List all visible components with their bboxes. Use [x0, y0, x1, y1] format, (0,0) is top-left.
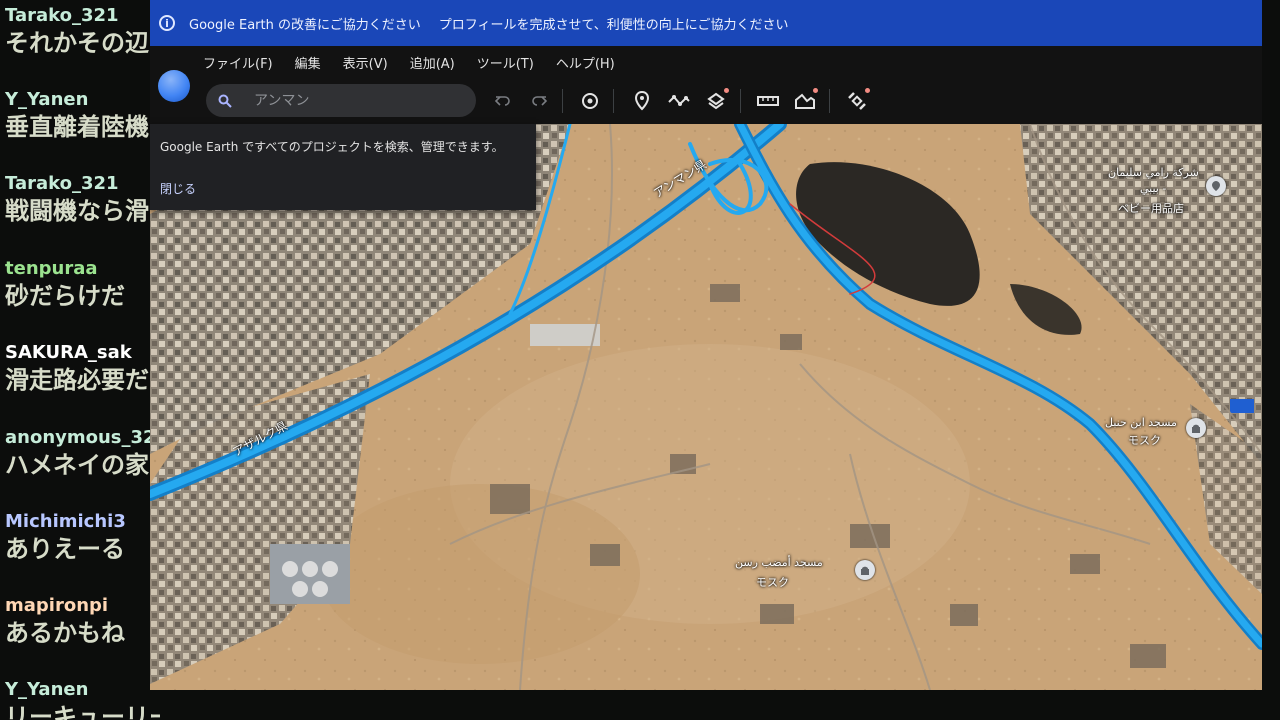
- chat-username: SAKURA_sak: [5, 342, 132, 363]
- chat-text: リーキューリーブ: [5, 703, 160, 720]
- google-earth-window: i Google Earth の改善にご協力ください プロフィールを完成させて、…: [150, 0, 1262, 690]
- place-label-arabic: شركة رامي سليمان: [1108, 166, 1199, 179]
- chat-text: あるかもね: [5, 619, 125, 647]
- notification-dot: [865, 88, 870, 93]
- search-icon: [218, 94, 246, 108]
- chat-text: ハメネイの家: [5, 451, 149, 479]
- place-label-arabic: بيبي -: [1140, 182, 1167, 195]
- placemark-icon[interactable]: [629, 88, 655, 114]
- place-pin-icon[interactable]: [1206, 176, 1226, 196]
- chat-username: Y_Yanen: [5, 89, 89, 110]
- chat-text: 砂だらけだ: [5, 282, 125, 310]
- menu-add[interactable]: 追加(A): [410, 53, 455, 72]
- menu-bar: ファイル(F) 編集 表示(V) 追加(A) ツール(T) ヘルプ(H): [150, 46, 1262, 78]
- chat-text: 滑走路必要だ: [5, 366, 149, 394]
- menu-view[interactable]: 表示(V): [343, 53, 388, 72]
- chat-username: tenpuraa: [5, 258, 98, 279]
- satellite-icon[interactable]: [844, 88, 870, 114]
- chat-text: ありえーる: [5, 535, 125, 563]
- tooltip-message: Google Earth ですべてのプロジェクトを検索、管理できます。: [160, 140, 504, 154]
- layers-icon[interactable]: [703, 88, 729, 114]
- search-box[interactable]: [206, 84, 476, 117]
- google-earth-logo[interactable]: [158, 70, 190, 102]
- path-icon[interactable]: [666, 88, 692, 114]
- ruler-icon[interactable]: [755, 88, 781, 114]
- chat-username: mapironpi: [5, 595, 109, 616]
- toolbar-separator: [562, 89, 563, 113]
- mosque-label-arabic: مسجد أمضب رسن: [735, 556, 823, 569]
- improvement-banner: i Google Earth の改善にご協力ください プロフィールを完成させて、…: [150, 0, 1262, 46]
- history-icon[interactable]: [577, 88, 603, 114]
- chat-username: Michimichi3: [5, 511, 126, 532]
- mosque-label-arabic: مسجد ابن حنبل: [1105, 416, 1177, 429]
- redo-icon[interactable]: [526, 88, 552, 114]
- mosque-pin-icon[interactable]: [1186, 418, 1206, 438]
- menu-tools[interactable]: ツール(T): [477, 53, 534, 72]
- menu-edit[interactable]: 編集: [295, 53, 321, 72]
- banner-message: Google Earth の改善にご協力ください: [189, 17, 421, 33]
- chat-text: 垂直離着陸機: [5, 113, 149, 141]
- search-input[interactable]: [252, 91, 456, 110]
- chat-username: Y_Yanen: [5, 679, 89, 700]
- banner-profile-link[interactable]: プロフィールを完成させて、利便性の向上にご協力ください: [439, 14, 789, 33]
- mosque-label[interactable]: モスク: [1128, 432, 1161, 448]
- search-tooltip: Google Earth ですべてのプロジェクトを検索、管理できます。 閉じる: [150, 124, 536, 210]
- place-label-baby-store[interactable]: ベビー用品店: [1118, 200, 1184, 216]
- chat-username: Tarako_321: [5, 173, 119, 194]
- toolbar-separator: [613, 89, 614, 113]
- menu-file[interactable]: ファイル(F): [203, 53, 273, 72]
- tooltip-close-button[interactable]: 閉じる: [160, 180, 196, 197]
- undo-icon[interactable]: [490, 88, 516, 114]
- chat-username: Tarako_321: [5, 5, 119, 26]
- chat-username: anonymous_32: [5, 427, 156, 448]
- notification-dot: [724, 88, 729, 93]
- toolbar-separator: [829, 89, 830, 113]
- notification-dot: [813, 88, 818, 93]
- mosque-label[interactable]: モスク: [756, 574, 789, 590]
- menu-help[interactable]: ヘルプ(H): [556, 53, 615, 72]
- toolbar-separator: [740, 89, 741, 113]
- elevation-icon[interactable]: [792, 88, 818, 114]
- chat-overlay: Tarako_321 それかその辺 Y_Yanen 垂直離着陸機 Tarako_…: [0, 0, 160, 720]
- toolbar: [150, 70, 1262, 124]
- mosque-pin-icon[interactable]: [855, 560, 875, 580]
- info-icon: i: [159, 15, 175, 31]
- chat-text: 戦闘機なら滑: [5, 197, 149, 225]
- chat-text: それかその辺: [5, 29, 149, 57]
- screen: Tarako_321 それかその辺 Y_Yanen 垂直離着陸機 Tarako_…: [0, 0, 1280, 720]
